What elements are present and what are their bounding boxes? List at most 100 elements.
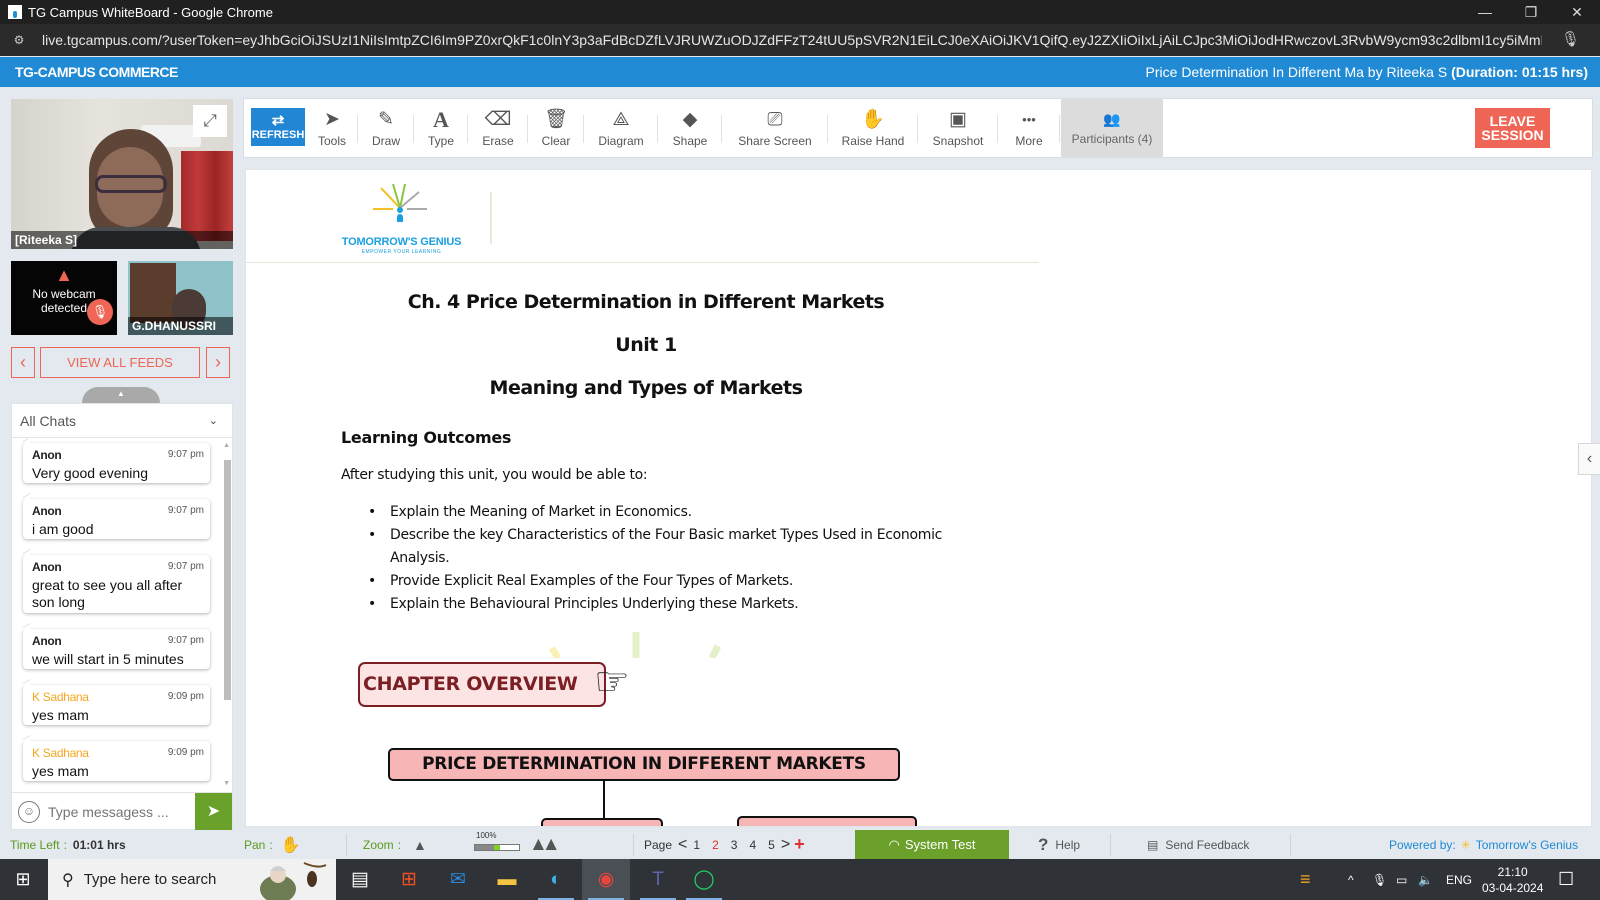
whiteboard-toolbar: ⇄ REFRESH ➤ Tools ✎ Draw A Type ⌫ Erase 🗑 Cle… [243,98,1593,158]
tool-type[interactable]: A Type [414,99,468,157]
chat-message-input[interactable] [48,797,188,827]
mail-icon[interactable]: ✉ [434,859,482,900]
tool-raise-hand[interactable]: ✋ Raise Hand [828,99,918,157]
input-language[interactable]: ENG [1446,859,1472,900]
file-explorer-icon[interactable]: ▬ [483,859,531,900]
feedback-icon: ▤ [1147,837,1159,852]
participant-feed-no-webcam[interactable]: ▲ No webcam detected 🎙 [11,261,117,335]
task-view-icon[interactable]: ▤ [336,859,384,900]
tool-snapshot[interactable]: ▣ Snapshot [918,99,998,157]
minimize-button[interactable]: — [1462,0,1508,24]
whiteboard-canvas[interactable]: TOMORROW'S GENIUS EMPOWER YOUR LEARNING … [245,169,1592,827]
restore-button[interactable]: ❐ [1508,0,1554,24]
prev-feed-button[interactable]: ‹ [11,347,35,378]
tool-tools[interactable]: ➤ Tools [306,99,358,157]
page-1[interactable]: 1 [693,838,700,852]
tool-label: Clear [541,133,571,148]
microphone-tray-icon[interactable]: 🎙 [1372,859,1387,900]
time-left-value: 01:01 hrs [72,837,126,852]
send-feedback-button[interactable]: ▤ Send Feedback [1147,830,1249,859]
powered-by: Powered by: ✳ Tomorrow's Genius [1389,830,1578,859]
page-5[interactable]: 5 [768,838,775,852]
system-test-button[interactable]: ◠ System Test [855,830,1009,859]
emoji-icon[interactable]: ☺ [18,801,40,823]
divider [1290,834,1291,856]
microsoft-store-icon[interactable]: ⊞ [385,859,433,900]
fullscreen-icon[interactable]: ⤢ [193,105,227,137]
clock[interactable]: 21:10 03-04-2024 [1482,859,1543,900]
zoom-out-icon[interactable]: ▲ [413,837,427,853]
refresh-button[interactable]: ⇄ REFRESH [251,108,305,146]
taskbar-search[interactable]: ⚲ Type here to search [48,859,336,900]
chat-message: Anon 9:07 pm we will start in 5 minutes [23,629,210,669]
windows-start-icon[interactable]: ⊞ [0,859,46,900]
tool-erase[interactable]: ⌫ Erase [468,99,528,157]
outcome-item: Describe the key Characteristics of the … [368,524,948,570]
leave-session-button[interactable]: LEAVE SESSION [1475,108,1550,148]
participant-name: G.DHANUSSRI [128,317,233,335]
logo-watermark-icon [548,632,722,658]
zoom-slider-knob[interactable] [494,845,500,850]
learning-outcomes-heading: Learning Outcomes [341,428,512,447]
scroll-up-arrow[interactable]: ▲ [223,442,230,449]
close-window-button[interactable]: ✕ [1554,0,1600,24]
window-title: TG Campus WhiteBoard - Google Chrome [28,4,273,20]
message-time: 9:07 pm [167,449,204,460]
url-text[interactable]: live.tgcampus.com/?userToken=eyJhbGciOiJ… [42,32,1542,48]
collapse-feeds-toggle[interactable]: ▲ [82,387,160,403]
share-screen-icon: ⎚ [767,108,783,130]
add-page-icon[interactable]: + [794,834,805,855]
chrome-icon[interactable]: ◉ [582,859,630,900]
next-feed-button[interactable]: › [206,347,230,378]
tool-share-screen[interactable]: ⎚ Share Screen [722,99,828,157]
show-hidden-icons[interactable]: ^ [1348,859,1354,900]
help-button[interactable]: ? Help [1038,830,1080,859]
tool-shape[interactable]: ◆ Shape [658,99,722,157]
status-bar: Time Left: 01:01 hrs Pan: ✋ Zoom: ▲ 100%… [0,830,1600,859]
microphone-icon[interactable]: 🎙 [1561,30,1580,48]
shapes-icon: ◆ [682,108,698,130]
tool-diagram[interactable]: ⟁ Diagram [584,99,658,157]
scroll-down-arrow[interactable]: ▼ [223,780,230,787]
page-2[interactable]: 2 [712,838,719,852]
participant-feed[interactable]: G.DHANUSSRI [128,261,233,335]
message-text: Very good evening [32,465,148,481]
address-bar[interactable]: ⚙ live.tgcampus.com/?userToken=eyJhbGciO… [0,24,1600,56]
zoom-control: Zoom: ▲ [363,836,427,853]
network-icon[interactable]: ▭ [1396,859,1407,900]
prev-page-icon[interactable]: < [678,836,687,854]
tool-clear[interactable]: 🗑 Clear [528,99,584,157]
chat-filter-dropdown[interactable]: All Chats ⌄ [12,404,232,438]
message-time: 9:07 pm [167,505,204,516]
pencil-icon: ✎ [378,108,394,130]
next-page-icon[interactable]: > [781,836,790,854]
participants-label: Participants (4) [1071,131,1153,146]
zoom-slider[interactable] [474,844,520,851]
help-icon: ? [1038,834,1049,854]
zoom-in-icon[interactable]: ▲▲ [529,830,561,859]
site-info-icon[interactable]: ⚙ [10,33,28,47]
tray-app-icon[interactable]: ≡ [1300,859,1311,900]
tool-draw[interactable]: ✎ Draw [358,99,414,157]
page-3[interactable]: 3 [731,838,738,852]
participants-button[interactable]: 👥 Participants (4) [1061,99,1163,157]
powered-by-brand[interactable]: Tomorrow's Genius [1476,838,1578,852]
presenter-video[interactable]: ⤢ [Riteeka S] [11,99,233,249]
side-panel-toggle[interactable]: ‹ [1578,443,1600,475]
whatsapp-icon[interactable]: ◯ [680,859,728,900]
hand-icon[interactable]: ✋ [281,835,301,855]
notifications-icon[interactable]: ☐ [1558,859,1574,900]
text-icon: A [433,106,449,132]
view-all-feeds-button[interactable]: VIEW ALL FEEDS [40,347,200,378]
send-icon[interactable]: ➤ [195,793,232,831]
edge-icon[interactable]: ◐ [532,859,580,900]
volume-icon[interactable]: 🔈 [1418,859,1433,900]
chat-message: Anon 9:07 pm Very good evening [23,443,210,483]
page-4[interactable]: 4 [749,838,756,852]
tool-more[interactable]: ••• More [998,99,1060,157]
pan-control[interactable]: Pan: ✋ [244,830,301,859]
trash-icon: 🗑 [543,108,569,130]
presenter-name: [Riteeka S] [11,231,233,249]
chat-scrollbar[interactable] [224,460,231,700]
teams-icon[interactable]: T [634,859,682,900]
